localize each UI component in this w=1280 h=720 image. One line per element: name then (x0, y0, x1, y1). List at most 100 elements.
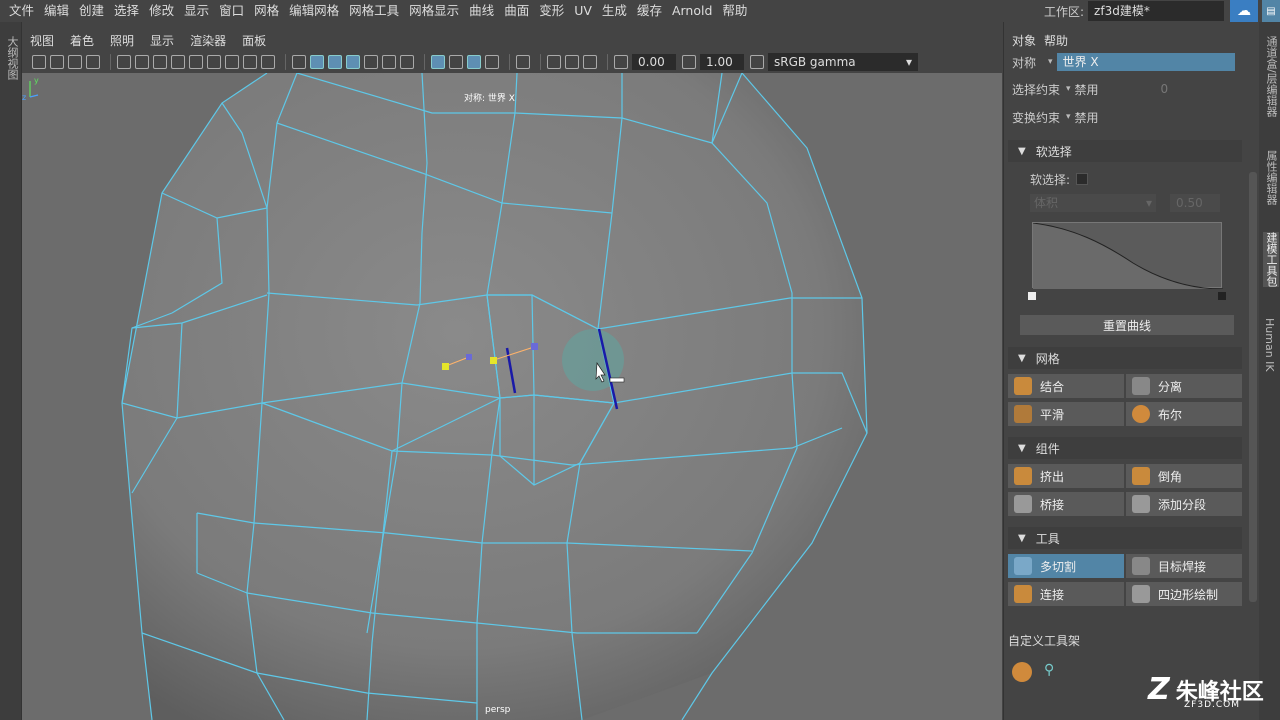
handle-yellow[interactable] (442, 363, 449, 370)
mesh-section-header[interactable]: ▼ 网格 (1008, 347, 1242, 369)
bevel-button[interactable]: 倒角 (1126, 464, 1242, 488)
menu-item-14[interactable]: UV (569, 0, 597, 22)
color-management-icon[interactable] (750, 55, 764, 69)
add-divisions-button[interactable]: 添加分段 (1126, 492, 1242, 516)
safe-title-icon[interactable] (261, 55, 275, 69)
multisample-icon[interactable] (547, 55, 561, 69)
exposure-field[interactable]: 0.00 (632, 54, 676, 70)
film-gate-icon[interactable] (171, 55, 185, 69)
lights-icon[interactable] (382, 55, 396, 69)
connect-button[interactable]: 连接 (1008, 582, 1124, 606)
gamma-field[interactable]: 1.00 (700, 54, 744, 70)
menu-object[interactable]: 对象 (1008, 32, 1040, 49)
cloud-icon[interactable]: ☁ (1230, 0, 1258, 22)
workspace-value[interactable]: zf3d建模* (1088, 1, 1225, 21)
grid-icon[interactable] (153, 55, 167, 69)
custom-shelf-tool-icon[interactable] (1012, 662, 1032, 682)
menu-item-8[interactable]: 编辑网格 (284, 0, 344, 22)
multi-cut-button[interactable]: 多切割 (1008, 554, 1124, 578)
transform-constraint-value[interactable]: 禁用 (1075, 109, 1099, 126)
bookmark-icon[interactable] (68, 55, 82, 69)
outliner-tab[interactable]: 大纲视图 (4, 36, 20, 80)
menu-item-15[interactable]: 生成 (597, 0, 632, 22)
workspace-selector[interactable]: 工作区: zf3d建模* (1044, 1, 1225, 21)
tools-section-header[interactable]: ▼ 工具 (1008, 527, 1242, 549)
attribute-editor-tab[interactable]: 属性编辑器 (1263, 150, 1279, 205)
extrude-button[interactable]: 挤出 (1008, 464, 1124, 488)
chevron-down-icon[interactable]: ▾ (1066, 112, 1071, 122)
menu-item-11[interactable]: 曲线 (464, 0, 499, 22)
menu-help[interactable]: 帮助 (1040, 32, 1072, 49)
menu-item-12[interactable]: 曲面 (499, 0, 534, 22)
soft-select-checkbox[interactable] (1076, 173, 1089, 185)
xray-joints-icon[interactable] (449, 55, 463, 69)
falloff-curve-editor[interactable] (1032, 222, 1224, 290)
menu-item-9[interactable]: 网格工具 (344, 0, 404, 22)
combine-button[interactable]: 结合 (1008, 374, 1124, 398)
menu-item-6[interactable]: 窗口 (214, 0, 249, 22)
image-plane-icon[interactable] (86, 55, 100, 69)
smooth-button[interactable]: 平滑 (1008, 402, 1124, 426)
gamma-icon[interactable] (682, 55, 696, 69)
select-constraint-value[interactable]: 禁用 (1075, 81, 1161, 98)
boolean-button[interactable]: 布尔 (1126, 402, 1242, 426)
target-weld-button[interactable]: 目标焊接 (1126, 554, 1242, 578)
curve-key-white[interactable] (1028, 292, 1036, 300)
xray-icon[interactable] (346, 55, 360, 69)
select-camera-icon[interactable] (32, 55, 46, 69)
menu-item-7[interactable]: 网格 (249, 0, 284, 22)
safe-action-icon[interactable] (243, 55, 257, 69)
viewport-menu-item-1[interactable]: 着色 (62, 32, 102, 49)
textured-icon[interactable] (364, 55, 378, 69)
human-ik-tab[interactable]: Human IK (1263, 318, 1276, 372)
handle-blue[interactable] (466, 354, 472, 360)
viewport-menu-item-3[interactable]: 显示 (142, 32, 182, 49)
panel-toggle-icon[interactable]: ▤ (1262, 0, 1280, 22)
menu-item-16[interactable]: 缓存 (632, 0, 667, 22)
menu-item-17[interactable]: Arnold (667, 0, 717, 22)
colorspace-dropdown[interactable]: sRGB gamma ▾ (768, 53, 918, 71)
resolution-gate-icon[interactable] (189, 55, 203, 69)
xray-active-icon[interactable] (467, 55, 481, 69)
2d-pan-zoom-icon[interactable] (117, 55, 131, 69)
handle-yellow[interactable] (490, 357, 497, 364)
soft-select-section-header[interactable]: ▼ 软选择 (1008, 140, 1242, 162)
component-section-header[interactable]: ▼ 组件 (1008, 437, 1242, 459)
exposure-icon[interactable] (614, 55, 628, 69)
menu-item-4[interactable]: 修改 (144, 0, 179, 22)
viewport-menu-item-5[interactable]: 面板 (234, 32, 274, 49)
grease-pencil-icon[interactable] (135, 55, 149, 69)
gate-mask-icon[interactable] (207, 55, 221, 69)
hud-icon[interactable] (583, 55, 597, 69)
viewport-menu-item-4[interactable]: 渲染器 (182, 32, 234, 49)
chevron-down-icon[interactable]: ▾ (1066, 84, 1071, 94)
wireframe-icon[interactable] (292, 55, 306, 69)
panel-scrollbar[interactable] (1249, 172, 1257, 602)
isolate-select-icon[interactable] (431, 55, 445, 69)
menu-item-3[interactable]: 选择 (109, 0, 144, 22)
handle-blue[interactable] (531, 343, 538, 350)
viewport-menu-item-2[interactable]: 照明 (102, 32, 142, 49)
perspective-viewport[interactable]: 对称: 世界 X persp y z (22, 73, 1002, 720)
menu-item-18[interactable]: 帮助 (717, 0, 752, 22)
camera-attributes-icon[interactable] (50, 55, 64, 69)
field-chart-icon[interactable] (225, 55, 239, 69)
smooth-shade-icon[interactable] (310, 55, 324, 69)
falloff-mode-dropdown[interactable]: 体积 ▾ (1030, 194, 1156, 212)
menu-item-0[interactable]: 文件 (4, 0, 39, 22)
curve-key-black[interactable] (1218, 292, 1226, 300)
chevron-down-icon[interactable]: ▾ (1048, 57, 1053, 67)
menu-item-2[interactable]: 创建 (74, 0, 109, 22)
menu-item-13[interactable]: 变形 (534, 0, 569, 22)
viewport-menu-item-0[interactable]: 视图 (22, 32, 62, 49)
falloff-radius-field[interactable]: 0.50 (1170, 194, 1220, 212)
menu-item-1[interactable]: 编辑 (39, 0, 74, 22)
modeling-toolkit-tab[interactable]: 建模工具包 (1263, 232, 1279, 287)
quad-draw-button[interactable]: 四边形绘制 (1126, 582, 1242, 606)
separate-button[interactable]: 分离 (1126, 374, 1242, 398)
menu-item-5[interactable]: 显示 (179, 0, 214, 22)
shadows-icon[interactable] (400, 55, 414, 69)
custom-shelf-light-icon[interactable]: ⚲ (1044, 662, 1066, 684)
wireframe-on-shaded-icon[interactable] (328, 55, 342, 69)
menu-item-10[interactable]: 网格显示 (404, 0, 464, 22)
